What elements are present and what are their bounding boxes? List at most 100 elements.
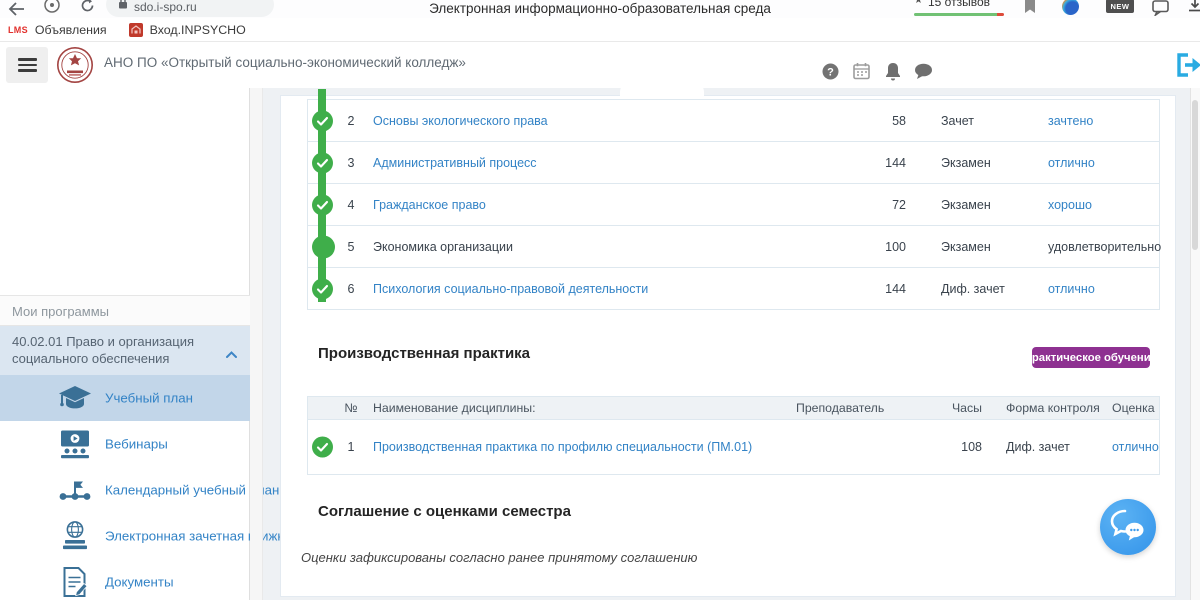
grade-value-link[interactable]: зачтено <box>1048 114 1093 128</box>
help-icon[interactable]: ? <box>820 61 840 81</box>
hours-value: 72 <box>826 198 906 212</box>
grade-value: удовлетворительно <box>1048 240 1161 254</box>
status-dot-icon <box>312 235 335 258</box>
screen: sdo.i-spo.ru Электронная информационно-о… <box>0 0 1200 600</box>
back-icon[interactable] <box>8 2 25 18</box>
control-form: Диф. зачет <box>941 282 1005 296</box>
column-header-grade: Оценка <box>1112 401 1155 415</box>
hours-value: 144 <box>826 156 906 170</box>
discipline-name-link[interactable]: Основы экологического права <box>373 114 548 128</box>
browser-toolbar: sdo.i-spo.ru Электронная информационно-о… <box>0 0 1200 18</box>
feedback-chat-icon[interactable] <box>1152 0 1170 18</box>
notifications-bell-icon[interactable] <box>883 61 903 81</box>
new-badge[interactable]: NEW <box>1106 0 1134 13</box>
menu-toggle-button[interactable] <box>6 47 48 83</box>
messages-chat-icon[interactable] <box>913 61 933 81</box>
agreement-section-title: Соглашение с оценками семестра <box>318 503 571 520</box>
row-number: 5 <box>341 240 361 254</box>
discipline-name-link[interactable]: Административный процесс <box>373 156 537 170</box>
control-form: Зачет <box>941 114 974 128</box>
sidebar-program-label: 40.02.01 Право и организация социального… <box>12 334 194 366</box>
sidebar-section-title: Мои программы <box>0 295 250 326</box>
reviews-label[interactable]: 15 отзывов <box>928 0 990 9</box>
chevron-up-icon <box>226 346 237 363</box>
control-form: Экзамен <box>941 198 991 212</box>
status-check-icon <box>312 152 333 173</box>
row-number: 4 <box>341 198 361 212</box>
extension-circle-icon[interactable] <box>44 0 60 18</box>
practice-badge: практическое обучение <box>1032 347 1150 368</box>
grade-value-link[interactable]: хорошо <box>1048 198 1092 212</box>
status-check-icon <box>312 278 333 299</box>
bookmark-item[interactable]: LMS Объявления <box>8 23 107 37</box>
practice-table-row: 1 Производственная практика по профилю сп… <box>307 419 1160 475</box>
webinar-icon <box>55 430 95 459</box>
hours-value: 58 <box>826 114 906 128</box>
practice-section-title: Производственная практика <box>318 345 530 362</box>
scrolled-element-edge <box>620 82 704 96</box>
column-header-num: № <box>341 401 361 415</box>
browser-extension-logo-icon[interactable] <box>1062 0 1079 15</box>
column-header-hours: Часы <box>902 401 982 415</box>
page-scrollbar-thumb[interactable] <box>1192 100 1198 250</box>
download-icon[interactable] <box>1188 0 1200 18</box>
reviews-rating-bar <box>914 13 1004 16</box>
hamburger-icon <box>18 58 37 60</box>
row-number: 3 <box>341 156 361 170</box>
sidebar-item-label: Электронная зачетная книжка <box>105 529 291 544</box>
chat-bubbles-icon <box>1110 509 1146 546</box>
practice-table: № Наименование дисциплины: Преподаватель… <box>307 396 1160 475</box>
discipline-name: Экономика организации <box>373 240 513 254</box>
grade-table-row: 6 Психология социально-правовой деятельно… <box>307 267 1160 310</box>
discipline-name-link[interactable]: Гражданское право <box>373 198 486 212</box>
status-check-icon <box>312 110 333 131</box>
organization-title: АНО ПО «Открытый социально-экономический… <box>104 55 466 70</box>
sidebar-program-item[interactable]: 40.02.01 Право и организация социального… <box>0 326 250 375</box>
url-text: sdo.i-spo.ru <box>134 0 197 14</box>
bookmark-item[interactable]: Вход.INPSYCHO <box>129 23 246 37</box>
inpsycho-badge-icon <box>129 23 143 37</box>
hours-value: 108 <box>902 440 982 454</box>
sidebar-item[interactable]: Электронная зачетная книжка <box>0 513 250 559</box>
sidebar-item[interactable]: Документы <box>0 559 250 600</box>
grade-table-row: 4 Гражданское право 72 Экзамен хорошо <box>307 183 1160 226</box>
reload-icon[interactable] <box>80 0 95 18</box>
lock-icon <box>118 0 128 14</box>
address-bar[interactable]: sdo.i-spo.ru <box>106 0 274 17</box>
grade-value-link[interactable]: отлично <box>1048 156 1095 170</box>
control-form: Экзамен <box>941 240 991 254</box>
grades-table: 2 Основы экологического права 58 Зачет зачте… <box>307 100 1160 310</box>
discipline-name-link[interactable]: Производственная практика по профилю спе… <box>373 440 752 454</box>
sidebar-menu: Учебный план ВебинарыКалендарный учебный … <box>0 375 250 600</box>
grade-value-link[interactable]: отлично <box>1112 440 1159 454</box>
bookmark-flag-icon[interactable] <box>1024 0 1036 18</box>
svg-text:?: ? <box>827 66 834 78</box>
documents-icon <box>55 567 95 598</box>
sidebar-scrollbar[interactable] <box>250 88 263 600</box>
hours-value: 100 <box>826 240 906 254</box>
graduation-cap-icon <box>55 383 95 413</box>
sidebar-item-label: Учебный план <box>105 391 193 406</box>
row-number: 6 <box>341 282 361 296</box>
browser-page-title: Электронная информационно-образовательна… <box>360 1 840 16</box>
calendar-icon[interactable] <box>851 61 871 81</box>
control-form: Диф. зачет <box>1006 440 1070 454</box>
sidebar-item[interactable]: Учебный план <box>0 375 250 421</box>
column-header-name: Наименование дисциплины: <box>373 401 536 415</box>
status-check-icon <box>312 194 333 215</box>
logout-icon[interactable] <box>1176 53 1200 77</box>
row-number: 2 <box>341 114 361 128</box>
practice-table-header: № Наименование дисциплины: Преподаватель… <box>307 396 1160 420</box>
status-check-icon <box>312 437 333 458</box>
column-header-teacher: Преподаватель <box>796 401 884 415</box>
grade-value-link[interactable]: отлично <box>1048 282 1095 296</box>
bookmark-label: Объявления <box>35 23 107 37</box>
lms-badge-icon: LMS <box>8 25 28 35</box>
timeline-icon <box>55 478 95 503</box>
sidebar-item[interactable]: Вебинары <box>0 421 250 467</box>
discipline-name-link[interactable]: Психология социально-правовой деятельнос… <box>373 282 648 296</box>
support-chat-button[interactable] <box>1100 499 1156 555</box>
row-number: 1 <box>341 440 361 454</box>
sidebar-item[interactable]: Календарный учебный план <box>0 467 250 513</box>
college-logo <box>56 46 94 89</box>
